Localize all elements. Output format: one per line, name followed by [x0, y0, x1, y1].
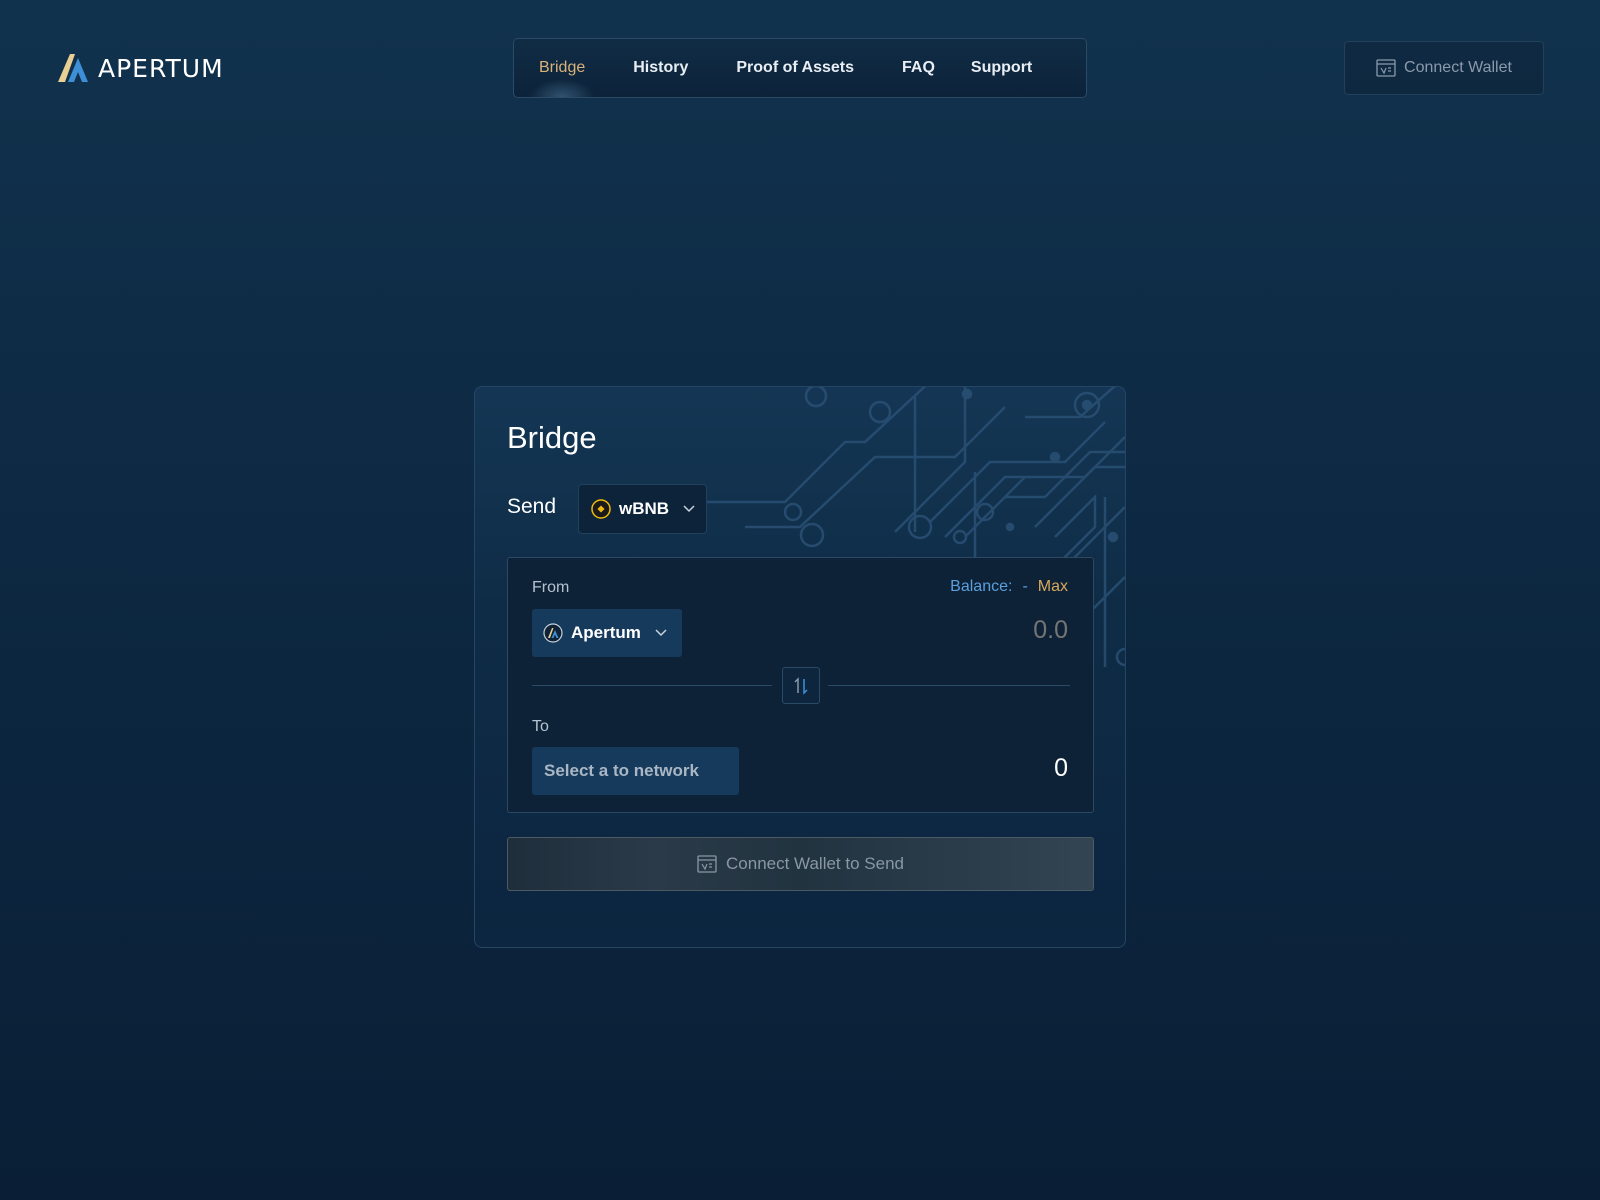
nav-item-proof-of-assets[interactable]: Proof of Assets: [736, 59, 854, 77]
swap-arrows-icon: [794, 676, 808, 695]
from-network-select[interactable]: Apertum: [532, 609, 682, 657]
apertum-network-icon: [543, 623, 563, 643]
balance-label: Balance:: [950, 578, 1013, 595]
connect-wallet-to-send-button[interactable]: Connect Wallet to Send: [507, 837, 1094, 891]
transfer-panel: From Balance: - Max Apertum 0.0 To Selec…: [507, 557, 1094, 813]
nav-item-faq[interactable]: FAQ: [902, 59, 935, 77]
connect-wallet-label: Connect Wallet: [1404, 59, 1512, 76]
nav-item-history[interactable]: History: [633, 59, 688, 77]
apertum-logo-icon: [58, 54, 88, 82]
to-amount: 0: [1054, 754, 1068, 782]
send-button-label: Connect Wallet to Send: [726, 854, 904, 873]
token-symbol: wBNB: [619, 499, 670, 518]
chevron-down-icon: [683, 505, 695, 513]
brand-name: APERTUM: [98, 53, 224, 83]
bridge-title: Bridge: [507, 420, 597, 455]
main-nav: Bridge History Proof of Assets FAQ Suppo…: [513, 38, 1087, 98]
send-label: Send: [507, 495, 557, 518]
balance-display: Balance: - Max: [950, 578, 1068, 596]
to-label: To: [532, 718, 549, 735]
apertum-logo[interactable]: APERTUM: [56, 52, 224, 84]
from-label: From: [532, 579, 570, 596]
nav-item-bridge[interactable]: Bridge: [528, 59, 596, 97]
wallet-icon: [697, 855, 717, 873]
nav-item-support[interactable]: Support: [971, 59, 1032, 77]
bnb-token-icon: [591, 499, 611, 519]
from-network-name: Apertum: [571, 623, 641, 642]
to-network-placeholder: Select a to network: [544, 761, 699, 780]
balance-value: -: [1022, 578, 1028, 595]
wallet-icon: [1376, 59, 1396, 77]
connect-wallet-button[interactable]: Connect Wallet: [1344, 41, 1544, 95]
from-amount-input[interactable]: [868, 616, 1068, 645]
max-button[interactable]: Max: [1038, 578, 1068, 596]
chevron-down-icon: [655, 629, 667, 637]
swap-direction-button[interactable]: [782, 667, 820, 704]
token-select[interactable]: wBNB: [578, 484, 707, 534]
divider-right: [828, 685, 1070, 686]
bridge-card: Bridge Send wBNB From Balance: - Max Ape…: [474, 386, 1126, 948]
to-network-select[interactable]: Select a to network: [532, 747, 739, 795]
divider-left: [532, 685, 772, 686]
